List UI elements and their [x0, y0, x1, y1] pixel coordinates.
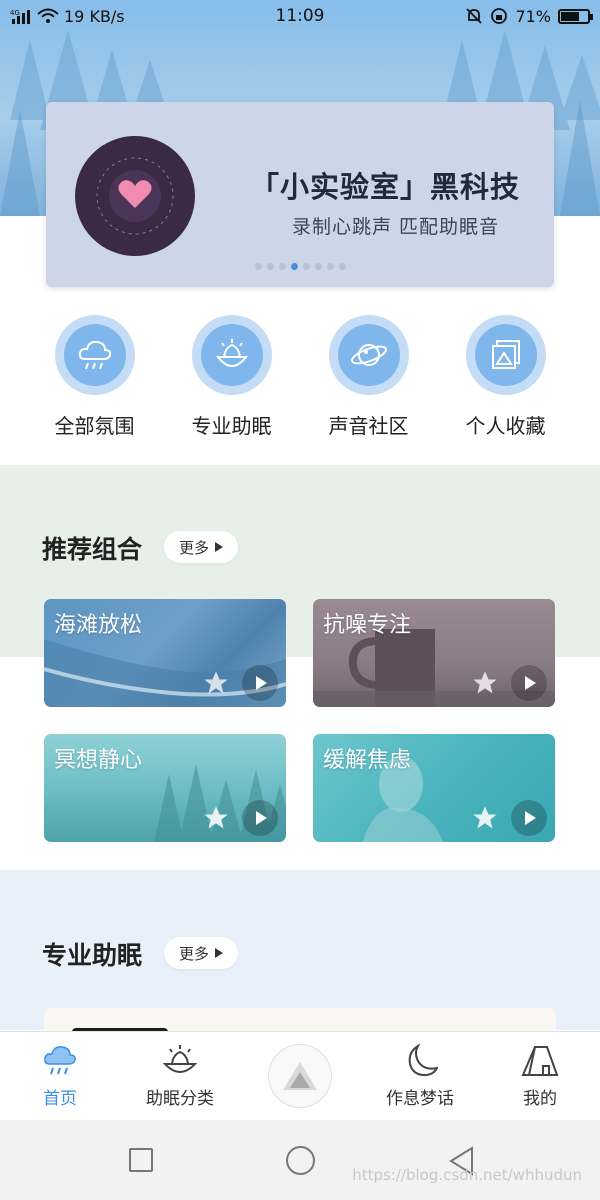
- banner-title: 「小实验室」黑科技: [249, 170, 520, 204]
- lotus-icon: [215, 339, 248, 367]
- rotation-lock-icon: [491, 8, 508, 24]
- tile-beach-relax[interactable]: 海滩放松: [44, 599, 286, 707]
- network-speed: 19 KB/s: [64, 6, 125, 26]
- banner-subtitle: 录制心跳声 匹配助眠音: [291, 216, 499, 238]
- quick-link-sound-community[interactable]: 声音社区: [300, 315, 437, 439]
- heart-disc-image: [75, 136, 195, 256]
- pagination-dot[interactable]: [314, 263, 322, 270]
- status-right: 71%: [465, 6, 593, 26]
- quick-icon-bg: [200, 324, 263, 386]
- nav-home[interactable]: 首页: [0, 1032, 120, 1120]
- play-icon: [525, 676, 536, 690]
- quick-icon-bg: [337, 324, 400, 386]
- quick-icon-ring: [54, 315, 135, 395]
- tile-label: 缓解焦虑: [323, 748, 412, 773]
- recommend-section-title: 推荐组合: [42, 535, 143, 564]
- play-icon: [256, 811, 267, 825]
- quick-link-label: 个人收藏: [465, 414, 546, 438]
- tile-meditation[interactable]: 冥想静心: [44, 734, 286, 842]
- nav-label: 作息梦话: [386, 1088, 454, 1109]
- pro-sleep-more-button[interactable]: 更多: [164, 937, 239, 969]
- more-label: 更多: [179, 944, 210, 963]
- nav-label: 首页: [43, 1088, 77, 1109]
- photo-album-icon: [491, 340, 520, 369]
- tile-relieve-anxiety[interactable]: 缓解焦虑: [313, 734, 555, 842]
- nav-sleep-categories[interactable]: 助眠分类: [120, 1032, 240, 1120]
- wifi-icon: [37, 8, 59, 23]
- battery-icon: [558, 8, 593, 24]
- pagination-dot[interactable]: [326, 263, 334, 270]
- tent-icon: [521, 1045, 559, 1076]
- signal-icon: 4G: [10, 9, 30, 24]
- banner-pagination: [46, 263, 554, 270]
- banner-carousel[interactable]: 「小实验室」黑科技 录制心跳声 匹配助眠音: [46, 102, 554, 287]
- pagination-dot[interactable]: [278, 263, 286, 270]
- rain-cloud-icon: [78, 340, 111, 370]
- quick-link-label: 声音社区: [328, 414, 409, 438]
- nav-me[interactable]: 我的: [480, 1032, 600, 1120]
- play-button[interactable]: [511, 665, 547, 701]
- watermark: https://blog.csdn.net/whhudun: [352, 1166, 582, 1184]
- status-bar: 4G 19 KB/s 11:09 71%: [0, 0, 600, 32]
- star-icon[interactable]: [471, 804, 499, 832]
- nav-label: 助眠分类: [146, 1088, 214, 1109]
- battery-percent: 71%: [515, 6, 551, 26]
- recommend-more-button[interactable]: 更多: [164, 531, 239, 563]
- quick-link-pro-sleep[interactable]: 专业助眠: [163, 315, 300, 439]
- lotus-icon: [162, 1044, 198, 1073]
- rain-cloud-icon: [44, 1045, 76, 1074]
- play-icon: [525, 811, 536, 825]
- battery-level: [561, 11, 580, 21]
- more-label: 更多: [179, 538, 210, 557]
- status-left: 4G 19 KB/s: [10, 7, 465, 26]
- quick-link-favorites[interactable]: 个人收藏: [437, 315, 574, 439]
- nav-routine-dreams[interactable]: 作息梦话: [360, 1032, 480, 1120]
- tile-label: 冥想静心: [54, 748, 143, 773]
- quick-link-all-atmosphere[interactable]: 全部氛围: [26, 315, 163, 439]
- pagination-dot[interactable]: [338, 263, 346, 270]
- quick-icon-ring: [328, 315, 409, 395]
- play-arrow-icon: [215, 542, 224, 552]
- quick-category-row: 全部氛围 专业助眠 声音社区 个人收藏: [26, 315, 574, 439]
- tile-label: 海滩放松: [54, 613, 143, 638]
- nav-label: 我的: [523, 1088, 557, 1109]
- recent-apps-button[interactable]: [129, 1148, 153, 1172]
- play-button[interactable]: [242, 800, 278, 836]
- nav-center-player[interactable]: [240, 1032, 360, 1120]
- quick-icon-bg: [63, 324, 126, 386]
- home-button[interactable]: [286, 1146, 315, 1175]
- tile-label: 抗噪专注: [323, 613, 412, 638]
- svg-text:4G: 4G: [10, 9, 20, 17]
- center-player-button[interactable]: [268, 1044, 332, 1108]
- triangle-logo-icon: [283, 1062, 317, 1090]
- play-arrow-icon: [215, 948, 224, 958]
- quick-link-label: 全部氛围: [54, 414, 135, 438]
- pagination-dot[interactable]: [290, 263, 298, 270]
- mute-bell-icon: [466, 8, 483, 24]
- play-button[interactable]: [511, 800, 547, 836]
- pagination-dot[interactable]: [254, 263, 262, 270]
- moon-icon: [408, 1043, 438, 1076]
- star-icon[interactable]: [471, 669, 499, 697]
- pagination-dot[interactable]: [302, 263, 310, 270]
- pro-sleep-section-title: 专业助眠: [42, 941, 143, 970]
- quick-link-label: 专业助眠: [191, 414, 272, 438]
- quick-icon-bg: [474, 324, 537, 386]
- tile-noise-focus[interactable]: 抗噪专注: [313, 599, 555, 707]
- pagination-dot[interactable]: [266, 263, 274, 270]
- bottom-navigation: 首页 助眠分类 作息梦话 我的: [0, 1031, 600, 1120]
- heart-icon: [96, 157, 174, 235]
- star-icon[interactable]: [202, 804, 230, 832]
- play-button[interactable]: [242, 665, 278, 701]
- play-icon: [256, 676, 267, 690]
- quick-icon-ring: [191, 315, 272, 395]
- star-icon[interactable]: [202, 669, 230, 697]
- quick-icon-ring: [465, 315, 546, 395]
- system-navigation-bar: https://blog.csdn.net/whhudun: [0, 1120, 600, 1200]
- planet-icon: [350, 344, 387, 366]
